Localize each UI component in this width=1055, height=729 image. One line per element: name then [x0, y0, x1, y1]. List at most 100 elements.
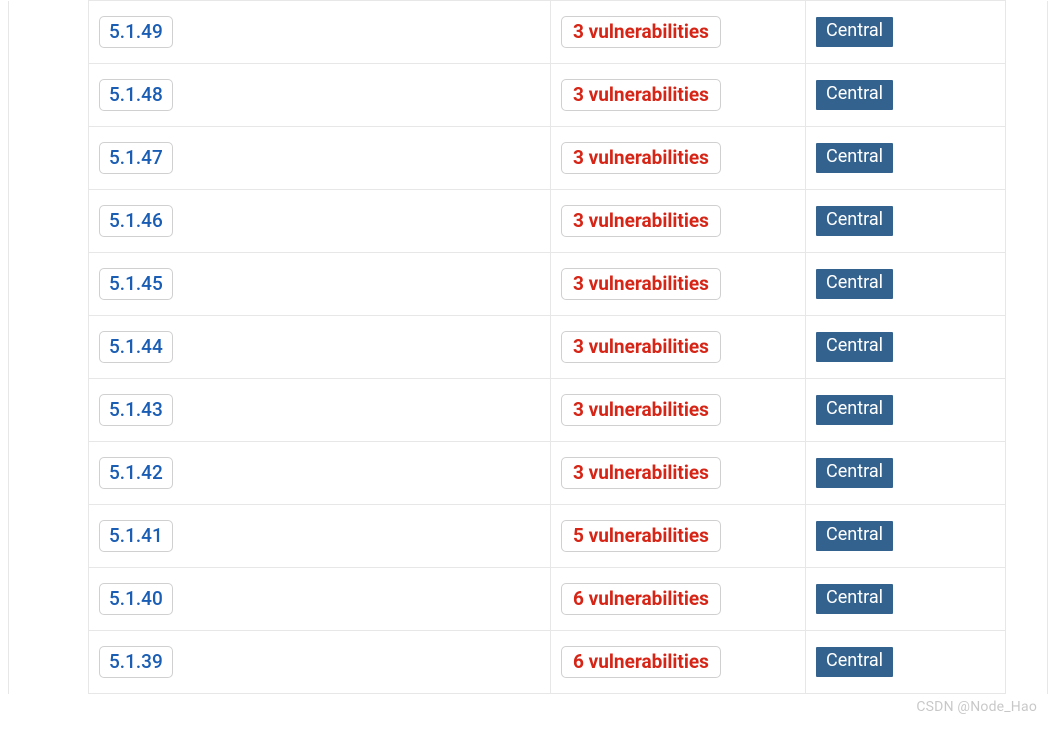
version-link[interactable]: 5.1.43: [99, 394, 173, 426]
spacer-cell: [9, 568, 89, 631]
version-cell: 5.1.42: [89, 442, 551, 505]
repo-cell: Central: [806, 568, 1006, 631]
version-link[interactable]: 5.1.48: [99, 79, 173, 111]
table-row: 5.1.45 3 vulnerabilities Central: [9, 253, 1048, 316]
version-cell: 5.1.41: [89, 505, 551, 568]
vulnerability-cell: 3 vulnerabilities: [551, 379, 806, 442]
table-row: 5.1.46 3 vulnerabilities Central: [9, 190, 1048, 253]
version-cell: 5.1.46: [89, 190, 551, 253]
trailing-spacer-cell: [1006, 505, 1048, 568]
table-row: 5.1.39 6 vulnerabilities Central: [9, 631, 1048, 694]
version-cell: 5.1.44: [89, 316, 551, 379]
table-row: 5.1.49 3 vulnerabilities Central: [9, 1, 1048, 64]
table-row: 5.1.41 5 vulnerabilities Central: [9, 505, 1048, 568]
trailing-spacer-cell: [1006, 379, 1048, 442]
version-cell: 5.1.45: [89, 253, 551, 316]
version-link[interactable]: 5.1.39: [99, 646, 173, 678]
trailing-spacer-cell: [1006, 253, 1048, 316]
vulnerability-cell: 6 vulnerabilities: [551, 568, 806, 631]
repo-cell: Central: [806, 631, 1006, 694]
vulnerability-link[interactable]: 3 vulnerabilities: [561, 142, 721, 174]
trailing-spacer-cell: [1006, 442, 1048, 505]
repo-cell: Central: [806, 190, 1006, 253]
spacer-cell: [9, 442, 89, 505]
repo-cell: Central: [806, 505, 1006, 568]
spacer-cell: [9, 127, 89, 190]
repo-badge[interactable]: Central: [816, 647, 893, 677]
version-link[interactable]: 5.1.42: [99, 457, 173, 489]
table-row: 5.1.40 6 vulnerabilities Central: [9, 568, 1048, 631]
trailing-spacer-cell: [1006, 568, 1048, 631]
repo-badge[interactable]: Central: [816, 332, 893, 362]
table-row: 5.1.42 3 vulnerabilities Central: [9, 442, 1048, 505]
version-link[interactable]: 5.1.49: [99, 16, 173, 48]
repo-cell: Central: [806, 442, 1006, 505]
vulnerability-link[interactable]: 6 vulnerabilities: [561, 646, 721, 678]
spacer-cell: [9, 379, 89, 442]
repo-cell: Central: [806, 127, 1006, 190]
repo-badge[interactable]: Central: [816, 206, 893, 236]
table-row: 5.1.48 3 vulnerabilities Central: [9, 64, 1048, 127]
repo-cell: Central: [806, 1, 1006, 64]
repo-cell: Central: [806, 316, 1006, 379]
repo-badge[interactable]: Central: [816, 143, 893, 173]
vulnerability-link[interactable]: 5 vulnerabilities: [561, 520, 721, 552]
spacer-cell: [9, 64, 89, 127]
version-cell: 5.1.48: [89, 64, 551, 127]
repo-badge[interactable]: Central: [816, 17, 893, 47]
version-link[interactable]: 5.1.44: [99, 331, 173, 363]
repo-badge[interactable]: Central: [816, 269, 893, 299]
table-row: 5.1.44 3 vulnerabilities Central: [9, 316, 1048, 379]
version-link[interactable]: 5.1.46: [99, 205, 173, 237]
vulnerability-cell: 3 vulnerabilities: [551, 190, 806, 253]
vulnerability-link[interactable]: 3 vulnerabilities: [561, 331, 721, 363]
watermark: CSDN @Node_Hao: [916, 699, 1037, 715]
version-cell: 5.1.39: [89, 631, 551, 694]
version-link[interactable]: 5.1.41: [99, 520, 173, 552]
version-cell: 5.1.47: [89, 127, 551, 190]
trailing-spacer-cell: [1006, 316, 1048, 379]
table-row: 5.1.47 3 vulnerabilities Central: [9, 127, 1048, 190]
vulnerability-cell: 3 vulnerabilities: [551, 253, 806, 316]
repo-cell: Central: [806, 64, 1006, 127]
vulnerability-cell: 3 vulnerabilities: [551, 442, 806, 505]
version-link[interactable]: 5.1.40: [99, 583, 173, 615]
version-cell: 5.1.43: [89, 379, 551, 442]
version-link[interactable]: 5.1.45: [99, 268, 173, 300]
repo-badge[interactable]: Central: [816, 521, 893, 551]
vulnerability-cell: 6 vulnerabilities: [551, 631, 806, 694]
spacer-cell: [9, 316, 89, 379]
version-cell: 5.1.40: [89, 568, 551, 631]
vulnerability-cell: 3 vulnerabilities: [551, 64, 806, 127]
repo-badge[interactable]: Central: [816, 584, 893, 614]
spacer-cell: [9, 631, 89, 694]
vulnerability-cell: 3 vulnerabilities: [551, 316, 806, 379]
vulnerability-link[interactable]: 6 vulnerabilities: [561, 583, 721, 615]
vulnerability-link[interactable]: 3 vulnerabilities: [561, 205, 721, 237]
repo-cell: Central: [806, 253, 1006, 316]
vulnerability-link[interactable]: 3 vulnerabilities: [561, 457, 721, 489]
vulnerability-cell: 3 vulnerabilities: [551, 127, 806, 190]
repo-cell: Central: [806, 379, 1006, 442]
trailing-spacer-cell: [1006, 127, 1048, 190]
version-link[interactable]: 5.1.47: [99, 142, 173, 174]
vulnerability-cell: 3 vulnerabilities: [551, 1, 806, 64]
spacer-cell: [9, 190, 89, 253]
vulnerability-link[interactable]: 3 vulnerabilities: [561, 268, 721, 300]
repo-badge[interactable]: Central: [816, 458, 893, 488]
vulnerability-link[interactable]: 3 vulnerabilities: [561, 16, 721, 48]
trailing-spacer-cell: [1006, 631, 1048, 694]
trailing-spacer-cell: [1006, 64, 1048, 127]
repo-badge[interactable]: Central: [816, 395, 893, 425]
table-row: 5.1.43 3 vulnerabilities Central: [9, 379, 1048, 442]
vulnerability-link[interactable]: 3 vulnerabilities: [561, 394, 721, 426]
spacer-cell: [9, 1, 89, 64]
trailing-spacer-cell: [1006, 1, 1048, 64]
repo-badge[interactable]: Central: [816, 80, 893, 110]
spacer-cell: [9, 253, 89, 316]
versions-table: 5.1.49 3 vulnerabilities Central 5.1.48 …: [8, 0, 1048, 694]
spacer-cell: [9, 505, 89, 568]
vulnerability-link[interactable]: 3 vulnerabilities: [561, 79, 721, 111]
trailing-spacer-cell: [1006, 190, 1048, 253]
version-cell: 5.1.49: [89, 1, 551, 64]
